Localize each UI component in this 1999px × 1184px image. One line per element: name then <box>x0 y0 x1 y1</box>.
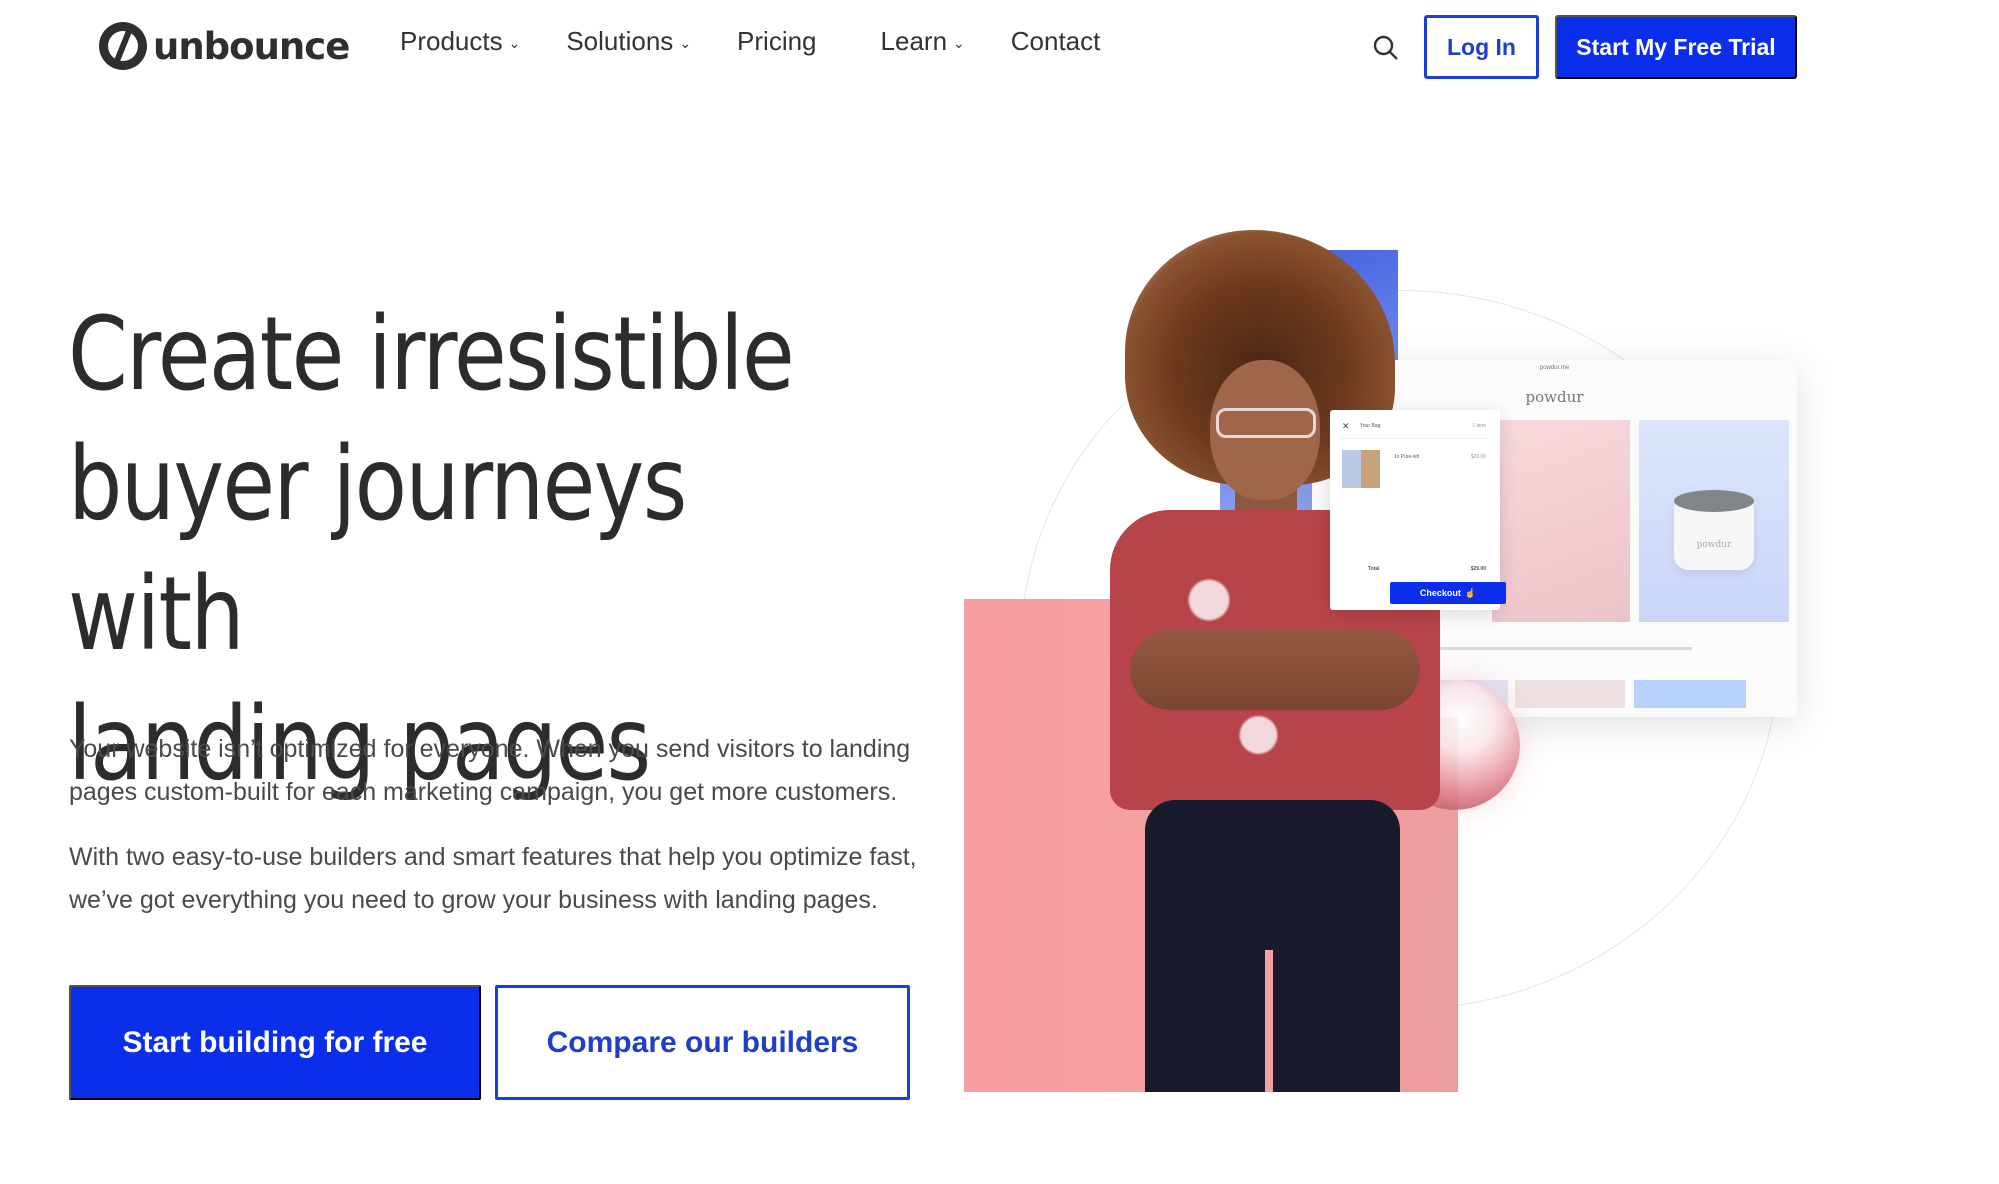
hero-person-photo <box>1030 220 1450 1092</box>
product-image-pink <box>1492 420 1630 622</box>
person-arms <box>1130 630 1420 710</box>
headline-line: Create irresistible <box>68 295 795 414</box>
logo-text: unbounce <box>153 24 350 68</box>
nav-item-label: Contact <box>1010 26 1101 56</box>
nav-item-solutions[interactable]: Solutions ⌄ <box>566 26 691 57</box>
nav-item-pricing[interactable]: Pricing <box>737 26 816 57</box>
divider <box>1340 438 1490 439</box>
mockup-thumb <box>1515 680 1625 708</box>
start-building-button[interactable]: Start building for free <box>69 985 481 1100</box>
cart-item-price: $29.00 <box>1470 454 1486 460</box>
cart-title: Your Bag <box>1360 423 1381 429</box>
nav-item-label: Solutions <box>566 26 674 56</box>
nav-item-label: Pricing <box>737 26 817 56</box>
checkout-button: Checkout ☝ <box>1390 582 1506 604</box>
cart-panel: ✕ Your Bag 1 item 1x Pure-ish $29.00 Tot… <box>1330 410 1506 610</box>
jar-label: powdur <box>1696 540 1732 550</box>
nav-item-label: Products <box>400 26 503 56</box>
chevron-down-icon: ⌄ <box>953 35 965 51</box>
login-button[interactable]: Log In <box>1424 15 1539 79</box>
hero-paragraph-2: With two easy-to-use builders and smart … <box>69 843 917 914</box>
mockup-thumb <box>1634 680 1746 708</box>
cart-item-image <box>1342 450 1380 488</box>
compare-builders-button[interactable]: Compare our builders <box>495 985 910 1100</box>
cart-count: 1 item <box>1472 423 1486 429</box>
nav-item-products[interactable]: Products ⌄ <box>400 26 520 57</box>
cursor-hand-icon: ☝ <box>1464 587 1477 598</box>
close-icon: ✕ <box>1342 421 1350 431</box>
top-nav: unbounce Products ⌄ Solutions ⌄ Pricing … <box>0 0 1999 92</box>
main-menu: Products ⌄ Solutions ⌄ Pricing Learn ⌄ C… <box>400 26 1146 57</box>
product-jar: powdur <box>1674 490 1754 570</box>
headline-line: buyer journeys with <box>68 425 687 674</box>
chevron-down-icon: ⌄ <box>679 35 692 51</box>
checkout-label: Checkout <box>1419 588 1461 598</box>
search-icon[interactable] <box>1372 34 1400 62</box>
person-pants <box>1145 800 1400 1092</box>
unbounce-logo[interactable]: unbounce <box>99 20 350 72</box>
person-glasses <box>1216 408 1316 438</box>
cart-total-label: Total <box>1368 566 1380 572</box>
cart-total-value: $29.00 <box>1470 566 1486 572</box>
nav-item-learn[interactable]: Learn ⌄ <box>881 26 965 57</box>
hero-illustration: powdur.me powdur powdur Skin care ✕ Your… <box>940 220 1840 1120</box>
nav-item-label: Learn <box>880 26 948 56</box>
nav-item-contact[interactable]: Contact <box>1011 26 1101 57</box>
start-free-trial-button[interactable]: Start My Free Trial <box>1555 15 1797 79</box>
unbounce-logo-icon <box>99 22 147 70</box>
cart-item-name: 1x Pure-ish <box>1394 454 1420 460</box>
chevron-down-icon: ⌄ <box>508 35 521 51</box>
hero-paragraph-1: Your website isn’t optimized for everyon… <box>69 735 911 806</box>
